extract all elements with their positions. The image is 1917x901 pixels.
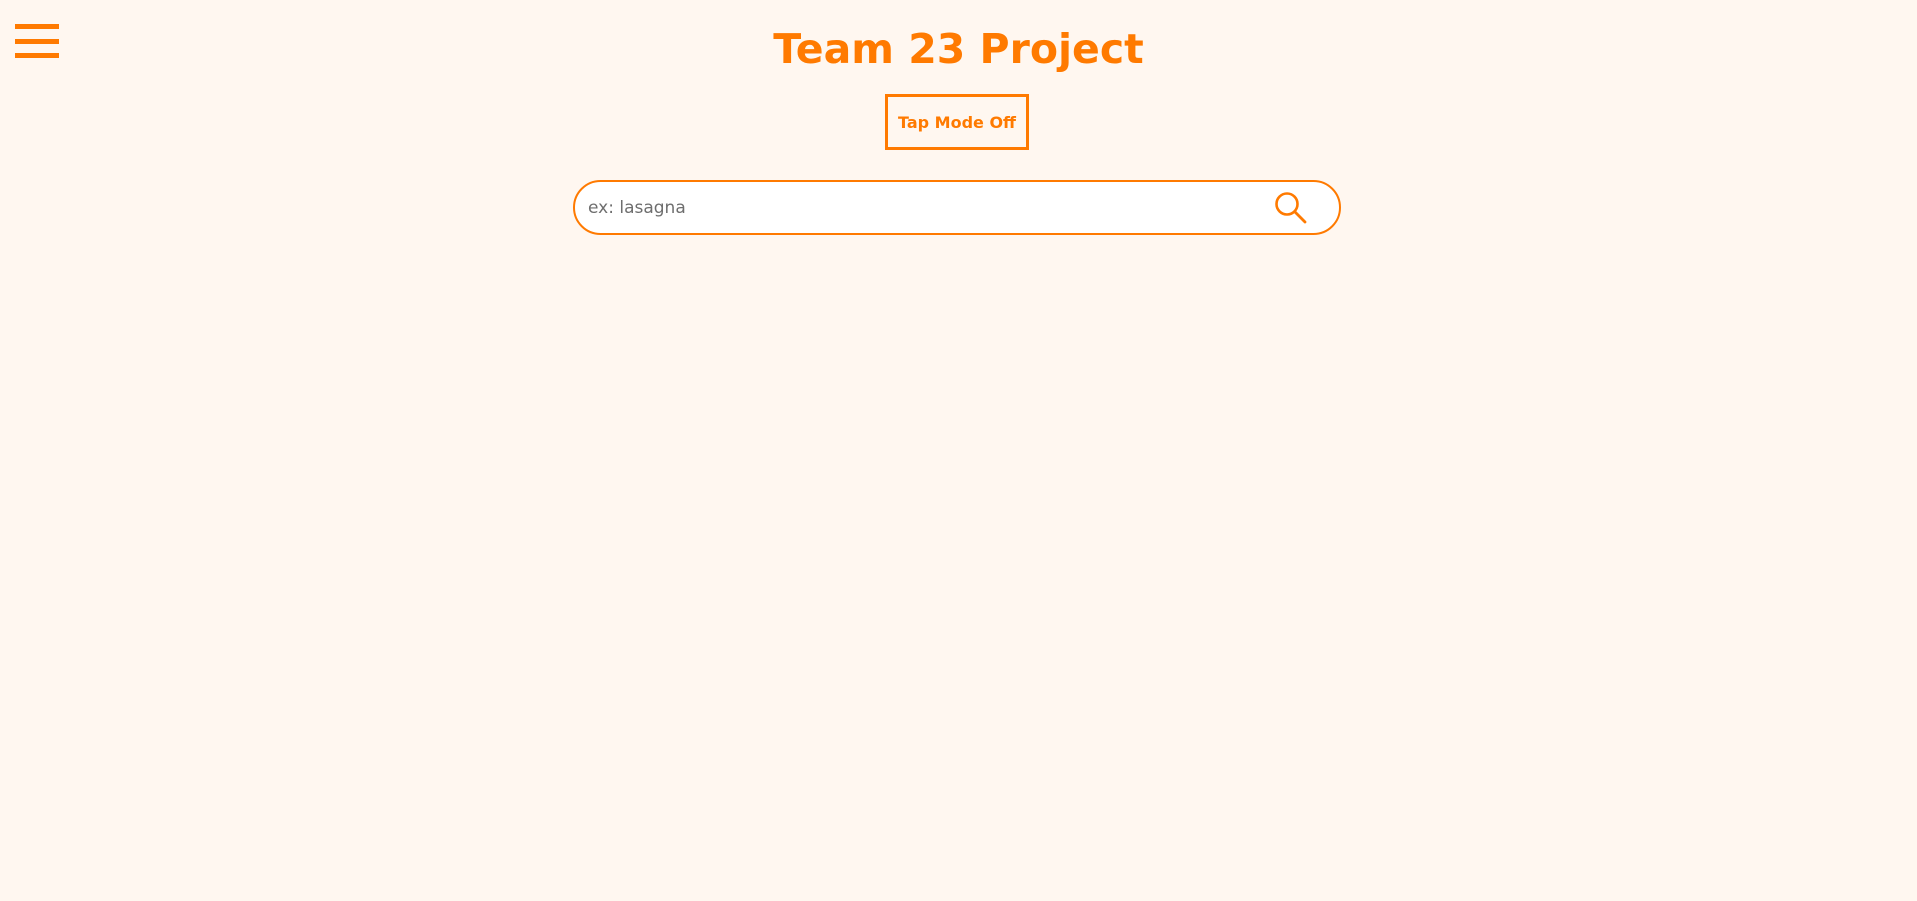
- tap-mode-toggle-button[interactable]: Tap Mode Off: [885, 94, 1029, 150]
- magnifier-glyph: [1275, 191, 1307, 223]
- search-bar: [573, 180, 1341, 235]
- page: Team 23 Project Tap Mode Off: [0, 0, 1917, 901]
- page-title: Team 23 Project: [773, 25, 1144, 73]
- search-icon[interactable]: [1271, 188, 1311, 228]
- search-input[interactable]: [575, 182, 1271, 233]
